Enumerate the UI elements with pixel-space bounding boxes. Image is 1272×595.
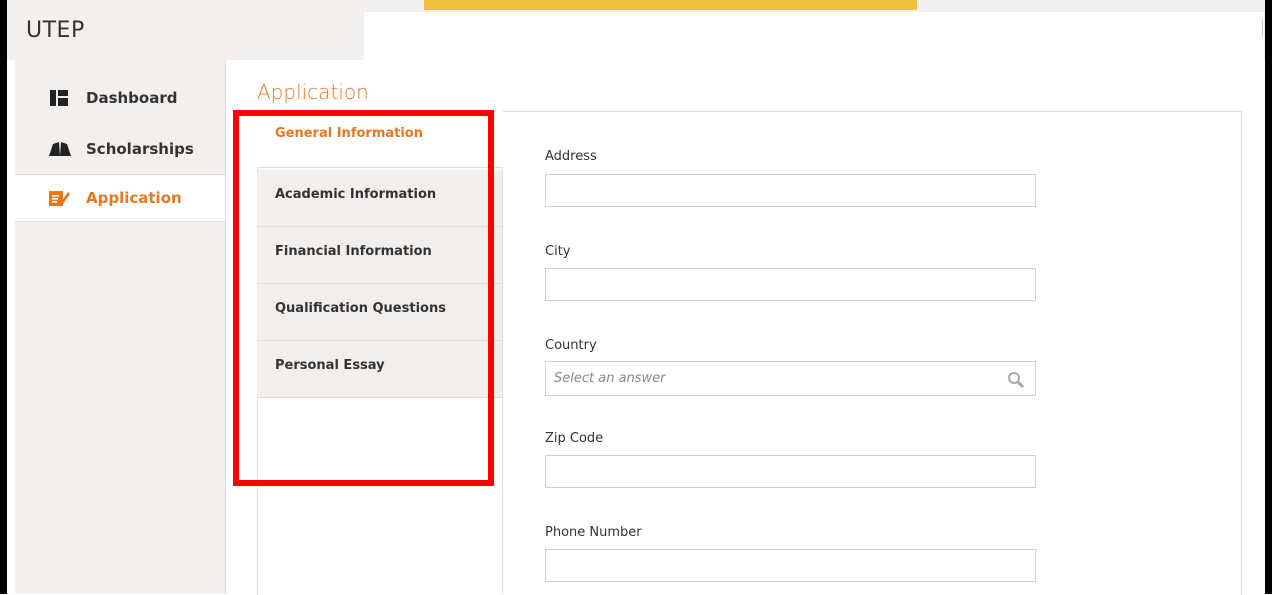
page-title: Application [257,80,369,104]
zip-code-field[interactable] [545,455,1036,488]
zip-code-label: Zip Code [545,431,604,446]
country-label: Country [545,338,597,353]
book-icon [48,140,71,158]
tab-divider [502,170,503,594]
sidebar-item-label: Dashboard [86,89,178,107]
dashboard-icon [48,89,70,107]
sidebar-item-dashboard[interactable]: Dashboard [15,75,225,121]
country-select[interactable]: Select an answer [545,361,1036,396]
phone-number-label: Phone Number [545,525,642,540]
address-field[interactable] [545,174,1036,207]
address-label: Address [545,149,597,164]
search-icon [1007,371,1025,389]
sidebar-item-label: Application [86,189,182,207]
header-area [364,12,1264,60]
screenshot-border-right [1265,0,1272,594]
sidebar-item-application[interactable]: Application [15,174,225,222]
city-label: City [545,244,571,259]
header-divider [1262,18,1263,38]
edit-icon [48,189,70,207]
brand-logo[interactable]: UTEP [26,18,85,43]
sidebar-item-label: Scholarships [86,140,194,158]
phone-number-field[interactable] [545,549,1036,582]
screenshot-border-left [0,0,7,594]
sidebar-item-scholarships[interactable]: Scholarships [15,126,225,172]
highlight-annotation [233,110,494,486]
country-placeholder: Select an answer [554,371,666,386]
top-accent-bar [424,0,917,10]
sidebar: Dashboard Scholarships Application [15,60,226,594]
city-field[interactable] [545,268,1036,301]
